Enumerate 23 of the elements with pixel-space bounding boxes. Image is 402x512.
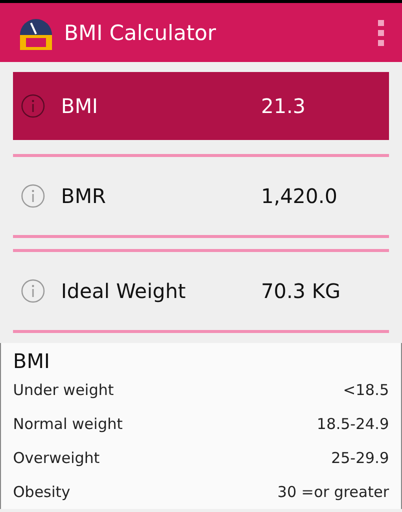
overflow-menu-icon[interactable]: [378, 20, 386, 46]
result-label: Ideal Weight: [61, 279, 187, 303]
range-value: 30 =or greater: [277, 483, 389, 501]
app-title: BMI Calculator: [64, 20, 218, 44]
result-row[interactable]: BMR 1,420.0: [13, 157, 389, 235]
result-value: 1,420.0: [261, 184, 338, 208]
result-label: BMR: [61, 184, 107, 208]
result-row[interactable]: Ideal Weight 70.3 KG: [13, 252, 389, 330]
section-heading: BMI: [13, 349, 51, 373]
category-label: Normal weight: [13, 415, 123, 433]
result-value: 21.3: [261, 94, 306, 118]
info-icon[interactable]: [21, 94, 45, 118]
result-row[interactable]: BMI 21.3: [13, 72, 389, 140]
result-value: 70.3 KG: [261, 279, 341, 303]
range-value: <18.5: [343, 381, 389, 399]
category-label: Overweight: [13, 449, 100, 467]
category-label: Under weight: [13, 381, 114, 399]
category-label: Obesity: [13, 483, 70, 501]
range-value: 18.5-24.9: [316, 415, 389, 433]
range-value: 25-29.9: [331, 449, 389, 467]
result-label: BMI: [61, 94, 99, 118]
info-icon[interactable]: [21, 279, 45, 303]
info-icon[interactable]: [21, 184, 45, 208]
